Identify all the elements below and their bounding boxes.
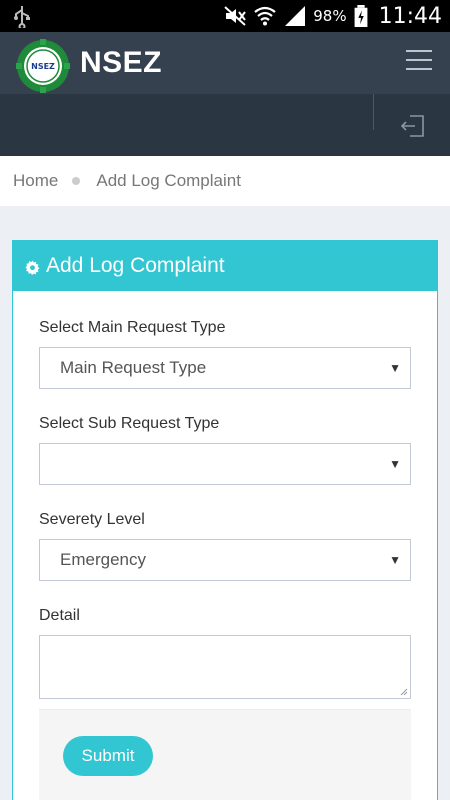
breadcrumb: Home Add Log Complaint	[0, 156, 450, 206]
chevron-down-icon: ▼	[389, 457, 401, 471]
signal-icon	[285, 6, 306, 26]
severity-value: Emergency	[60, 550, 146, 569]
breadcrumb-current: Add Log Complaint	[96, 171, 241, 190]
usb-icon	[14, 6, 30, 28]
mute-icon	[224, 6, 247, 26]
status-bar: 98% 11:44	[0, 0, 450, 32]
toolbar-divider	[373, 94, 374, 130]
form-actions: Submit	[39, 709, 411, 800]
app-header: NSEZ NSEZ	[0, 32, 450, 94]
top-toolbar	[0, 94, 450, 156]
breadcrumb-separator	[72, 177, 81, 185]
gear-icon	[25, 260, 40, 275]
chevron-down-icon: ▼	[389, 553, 401, 567]
brand-name: NSEZ	[80, 46, 163, 79]
battery-charging-icon	[354, 5, 368, 27]
severity-select[interactable]: Emergency ▼	[39, 539, 411, 581]
main-request-value: Main Request Type	[60, 358, 207, 377]
wifi-icon	[254, 6, 276, 26]
main-request-label: Select Main Request Type	[39, 319, 226, 336]
nsez-logo: NSEZ	[16, 39, 70, 93]
sub-request-label: Select Sub Request Type	[39, 415, 220, 432]
severity-group: Severety Level Emergency ▼	[39, 511, 411, 581]
logout-icon[interactable]	[400, 114, 426, 138]
clock: 11:44	[378, 3, 442, 29]
complaint-form: Select Main Request Type Main Request Ty…	[13, 319, 437, 699]
chevron-down-icon: ▼	[389, 361, 401, 375]
panel-header: Add Log Complaint	[13, 241, 437, 291]
main-request-group: Select Main Request Type Main Request Ty…	[39, 319, 411, 389]
resize-handle-icon[interactable]	[400, 688, 408, 696]
detail-label: Detail	[39, 607, 80, 624]
hamburger-menu-icon[interactable]	[406, 50, 432, 72]
svg-text:NSEZ: NSEZ	[31, 62, 55, 71]
breadcrumb-home-link[interactable]: Home	[13, 171, 58, 191]
detail-group: Detail	[39, 607, 411, 699]
submit-button[interactable]: Submit	[63, 736, 153, 776]
main-request-select[interactable]: Main Request Type ▼	[39, 347, 411, 389]
detail-textarea[interactable]	[39, 635, 411, 699]
sub-request-group: Select Sub Request Type ▼	[39, 415, 411, 485]
severity-label: Severety Level	[39, 511, 145, 528]
add-log-complaint-panel: Add Log Complaint Select Main Request Ty…	[12, 240, 438, 800]
panel-title: Add Log Complaint	[46, 254, 225, 277]
battery-percent: 98%	[313, 7, 347, 25]
sub-request-select[interactable]: ▼	[39, 443, 411, 485]
